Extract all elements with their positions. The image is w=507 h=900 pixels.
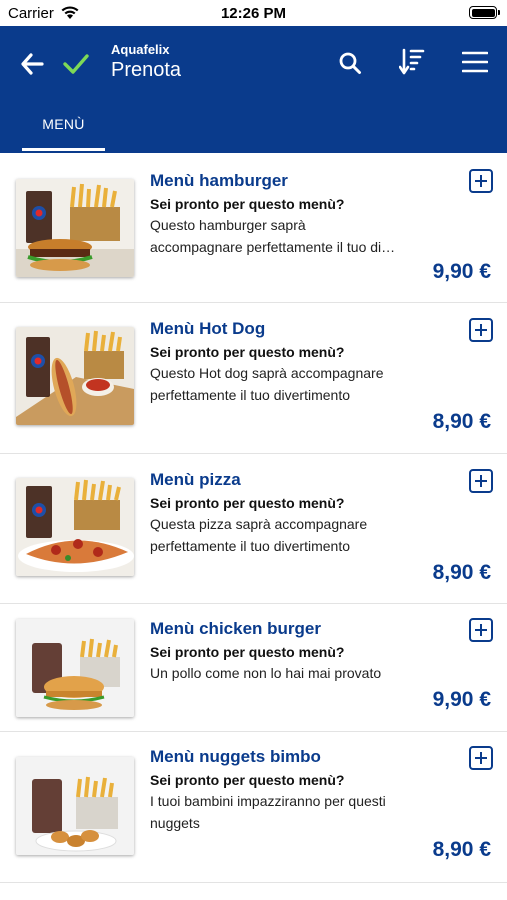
app-name: Aquafelix [111,42,170,57]
menu-item-subtitle: Sei pronto per questo menù? [150,196,345,212]
menu-item-title: Menù Hot Dog [150,319,266,338]
confirm-button[interactable] [58,46,94,82]
menu-item-hot-dog[interactable]: Menù Hot Dog Sei pronto per questo menù?… [0,303,507,454]
menu-item-description-line1: Un pollo come non lo hai mai provato [150,665,382,681]
menu-item-description: I tuoi bambini impazziranno per questi n… [150,790,420,834]
status-bar: Carrier 12:26 PM [0,0,507,26]
menu-item-price: 8,90 € [432,838,491,861]
menu-button[interactable] [455,42,495,82]
menu-item-price: 8,90 € [432,561,491,584]
back-button[interactable] [14,46,50,82]
menu-item-price: 9,90 € [432,260,491,283]
status-time: 12:26 PM [220,5,287,22]
menu-item-description-line2: perfettamente il tuo divertimento [150,387,350,403]
tab-active-indicator [22,148,105,151]
menu-item-title: Menù chicken burger [150,619,321,638]
nuggets-fries-drink-photo [16,757,134,855]
search-button[interactable] [330,43,370,83]
sort-icon [399,48,425,75]
menu-list: Menù hamburger Sei pronto per questo men… [0,153,507,883]
search-icon [339,52,361,74]
menu-item-hamburger[interactable]: Menù hamburger Sei pronto per questo men… [0,153,507,303]
menu-item-description: Un pollo come non lo hai mai provato [150,662,420,684]
check-icon [63,54,89,74]
tab-menu-label: MENÙ [42,116,85,132]
menu-item-subtitle: Sei pronto per questo menù? [150,344,345,360]
add-to-cart-button[interactable] [469,746,493,770]
menu-item-description-line1: I tuoi bambini impazziranno per questi [150,793,386,809]
hotdog-fries-drink-photo [16,327,134,425]
chicken-burger-fries-drink-photo [16,619,134,717]
menu-item-description: Questo hamburger saprà accompagnare perf… [150,214,420,258]
menu-item-description-line2: perfettamente il tuo divertimento [150,538,350,554]
add-to-cart-button[interactable] [469,169,493,193]
menu-item-chicken-burger[interactable]: Menù chicken burger Sei pronto per quest… [0,604,507,732]
app-bar: Aquafelix Prenota MENÙ [0,26,507,153]
menu-item-title: Menù pizza [150,470,241,489]
menu-item-title: Menù hamburger [150,171,288,190]
title-block: Aquafelix Prenota [111,42,181,82]
menu-item-subtitle: Sei pronto per questo menù? [150,772,345,788]
menu-item-description-line1: Questo hamburger saprà [150,217,306,233]
menu-item-description-line2: accompagnare perfettamente il tuo divert… [150,239,400,255]
menu-item-subtitle: Sei pronto per questo menù? [150,644,345,660]
hamburger-menu-icon [462,51,488,73]
add-to-cart-button[interactable] [469,318,493,342]
menu-item-description-line1: Questo Hot dog saprà accompagnare [150,365,384,381]
menu-item-price: 9,90 € [432,688,491,711]
menu-item-title: Menù nuggets bimbo [150,747,321,766]
menu-item-price: 8,90 € [432,410,491,433]
burger-fries-drink-photo [16,179,134,277]
pizza-fries-drink-photo [16,478,134,576]
back-arrow-icon [21,53,44,75]
add-to-cart-button[interactable] [469,618,493,642]
menu-item-description-line1: Questa pizza saprà accompagnare [150,516,368,532]
menu-item-pizza[interactable]: Menù pizza Sei pronto per questo menù? Q… [0,454,507,604]
add-to-cart-button[interactable] [469,469,493,493]
sort-button[interactable] [392,42,432,82]
page-title: Prenota [111,59,182,81]
tab-menu[interactable]: MENÙ [22,104,105,153]
battery-icon [469,6,500,19]
menu-item-description-line2: nuggets [150,815,200,831]
menu-item-description: Questo Hot dog saprà accompagnare perfet… [150,362,420,406]
menu-item-nuggets-bimbo[interactable]: Menù nuggets bimbo Sei pronto per questo… [0,732,507,883]
menu-item-subtitle: Sei pronto per questo menù? [150,495,345,511]
menu-item-description: Questa pizza saprà accompagnare perfetta… [150,513,420,557]
